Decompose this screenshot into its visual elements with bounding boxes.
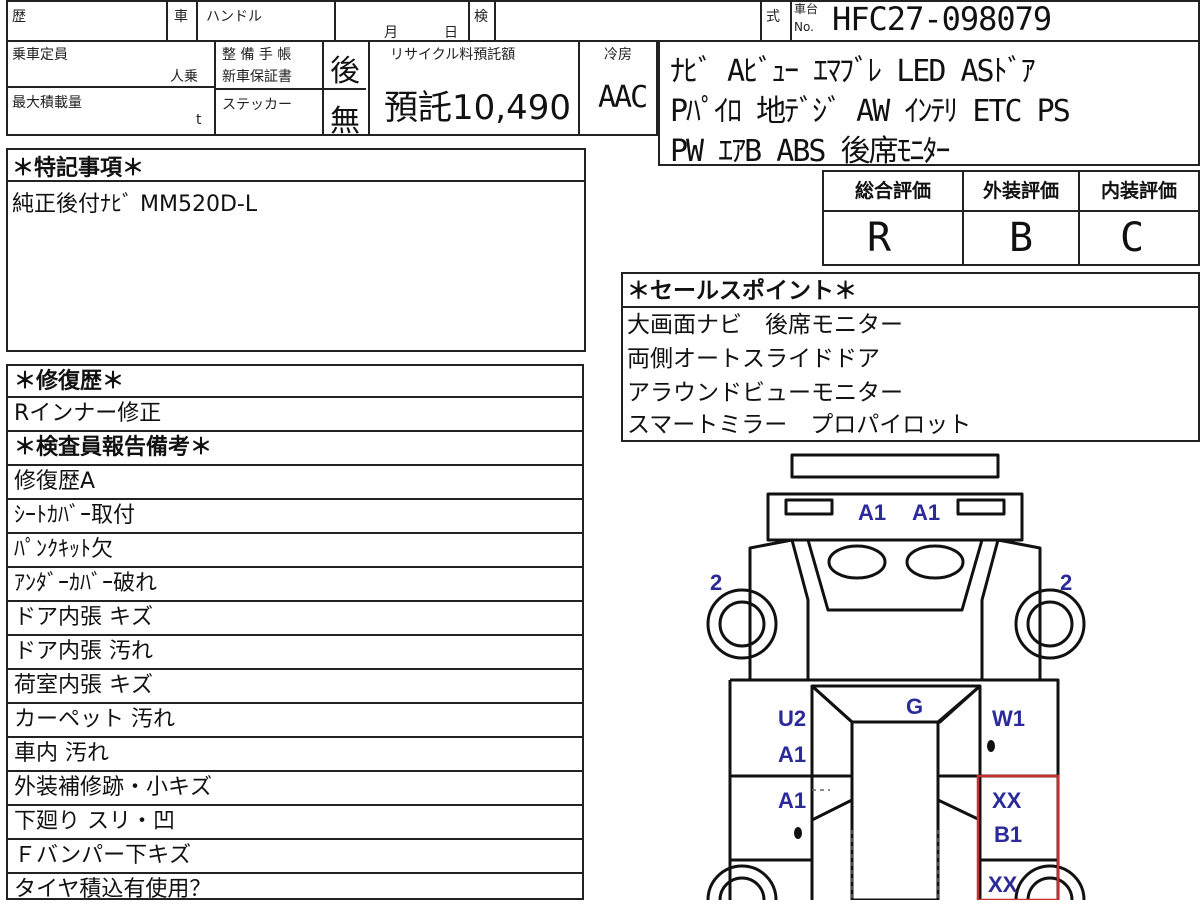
- mark-left-rear-door: A1: [778, 788, 806, 813]
- windshield-outline: [810, 684, 982, 724]
- month-label: 月: [384, 25, 398, 41]
- divider: [494, 0, 496, 42]
- inspection-label: 検: [474, 9, 488, 25]
- inspector-title: ＊検査員報告備考＊: [6, 432, 584, 466]
- special-notes-text: 純正後付ﾅﾋﾞ MM520D-L: [12, 192, 258, 217]
- inspector-item: カーペット 汚れ: [6, 704, 584, 738]
- mark-roof: G: [906, 694, 923, 719]
- car-diagram: A1 A1 2 2 G U2 A1 A1 W1 XX B1 XX: [706, 453, 1086, 900]
- capacity-label: 乗車定員: [12, 47, 68, 63]
- left-front-wheel-outline: [706, 588, 778, 660]
- model-label: 式: [766, 9, 780, 25]
- load-label: 最大積載量: [12, 95, 82, 111]
- mark-right-rear-door-1: XX: [992, 788, 1022, 813]
- warranty-label: 新車保証書: [222, 69, 292, 85]
- divider: [334, 0, 336, 42]
- vehicle-label: 車: [174, 9, 188, 25]
- divider: [760, 0, 762, 42]
- exterior-eval-value: B: [1008, 215, 1034, 261]
- divider: [6, 86, 214, 88]
- chassis-label-bottom: No.: [794, 20, 814, 34]
- inspector-item: ドア内張 キズ: [6, 602, 584, 636]
- inspector-item: ドア内張 汚れ: [6, 636, 584, 670]
- mark-left-front-wheel: 2: [710, 570, 722, 595]
- inspector-item: タイヤ積込有使用？: [6, 874, 584, 902]
- mark-front-a1-right: A1: [912, 500, 940, 525]
- inspector-item: 修復歴A: [6, 466, 584, 500]
- history-label: 歴: [12, 9, 26, 25]
- sales-point-item: 両側オートスライドドア: [627, 346, 880, 372]
- divider: [578, 40, 580, 136]
- maintenance-label: 整 備 手 帳: [222, 47, 292, 63]
- equipment-line-3: PW ｴｱB ABS 後席ﾓﾆﾀｰ: [670, 134, 951, 169]
- divider: [322, 40, 324, 136]
- repair-text: Rインナー修正: [6, 398, 584, 432]
- handle-label: ハンドル: [206, 9, 262, 25]
- mark-front-a1-left: A1: [858, 500, 886, 525]
- inspector-item: ｱﾝﾀﾞｰｶﾊﾞｰ破れ: [6, 568, 584, 602]
- inspector-item: 荷室内張 キズ: [6, 670, 584, 704]
- equipment-line-1: ﾅﾋﾞ Aﾋﾞｭｰ ｴﾏﾌﾞﾚ LED ASﾄﾞｱ: [670, 54, 1036, 89]
- inspector-item: ｼｰﾄｶﾊﾞｰ取付: [6, 500, 584, 534]
- repair-title: ＊修復歴＊: [6, 364, 584, 398]
- mark-right-front-wheel: 2: [1060, 570, 1072, 595]
- divider: [166, 0, 168, 42]
- overall-eval-label: 総合評価: [854, 180, 931, 202]
- inspector-item: 外装補修跡・小キズ: [6, 772, 584, 806]
- inspector-item: 下廻り スリ・凹: [6, 806, 584, 840]
- ac-label: 冷房: [604, 47, 632, 63]
- recycle-value: 預託10,490: [384, 88, 571, 128]
- sticker-value: 無: [330, 104, 360, 139]
- equipment-line-2: Pﾊﾟｲﾛ 地ﾃﾞｼﾞ AW ｲﾝﾃﾘ ETC PS: [670, 94, 1071, 129]
- roof-outline: [850, 720, 940, 900]
- capacity-unit: 人乗: [170, 69, 198, 85]
- mark-left-front-door-2: A1: [778, 742, 806, 767]
- divider: [196, 0, 198, 42]
- inspector-item: 車内 汚れ: [6, 738, 584, 772]
- divider: [368, 40, 370, 136]
- divider: [468, 0, 470, 42]
- sales-point-item: アラウンドビューモニター: [627, 380, 903, 406]
- day-label: 日: [444, 25, 458, 41]
- maintenance-value: 後: [330, 54, 360, 89]
- inspector-item: ﾊﾟﾝｸｷｯﾄ欠: [6, 534, 584, 568]
- sticker-label: ステッカー: [222, 97, 292, 113]
- inspector-item: Ｆバンパー下キズ: [6, 840, 584, 874]
- interior-eval-label: 内装評価: [1100, 180, 1177, 202]
- front-bumper-outline: [790, 453, 1000, 479]
- sales-points-title: ＊セールスポイント＊: [627, 278, 857, 304]
- right-front-wheel-outline: [1014, 588, 1086, 660]
- sales-point-item: スマートミラー プロパイロット: [627, 412, 972, 438]
- mark-right-rear-door-2: B1: [994, 822, 1022, 847]
- special-notes-title: ＊特記事項＊: [12, 156, 145, 181]
- mark-right-rear-quarter: XX: [988, 872, 1018, 897]
- mark-right-front-door: W1: [992, 706, 1025, 731]
- chassis-label-top: 車台: [794, 2, 819, 16]
- interior-eval-value: C: [1119, 215, 1145, 261]
- divider: [790, 0, 792, 42]
- overall-eval-value: R: [866, 215, 892, 261]
- exterior-eval-label: 外装評価: [982, 180, 1059, 202]
- recycle-label: リサイクル料預託額: [390, 47, 516, 63]
- mark-left-front-door-1: U2: [778, 706, 806, 731]
- load-unit: t: [196, 112, 202, 128]
- sales-point-item: 大画面ナビ 後席モニター: [627, 312, 903, 338]
- chassis-number: HFC27-098079: [832, 0, 1052, 38]
- ac-value: AAC: [598, 80, 648, 115]
